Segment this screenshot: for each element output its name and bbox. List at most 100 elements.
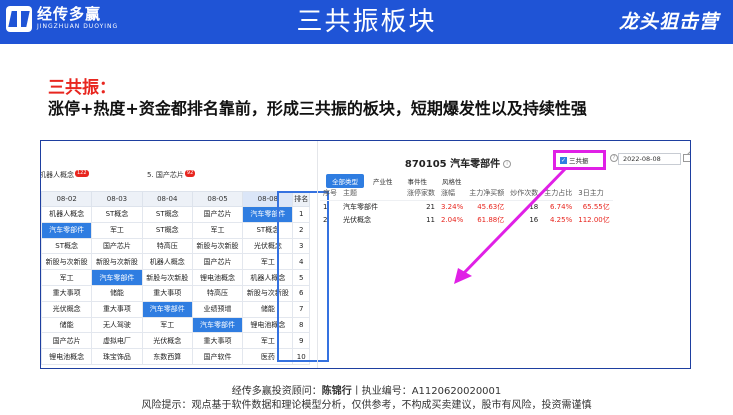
sector-detail-panel: 870105 汽车零部件 i ✓ 三共振 ? 2022-08-08 全部类型 产业…: [317, 141, 690, 368]
sector-cell[interactable]: ST概念: [242, 221, 294, 239]
resonance-filter-checkbox[interactable]: ✓ 三共振: [553, 150, 606, 170]
sector-cell[interactable]: 重大事项: [141, 284, 193, 302]
sector-cell[interactable]: 汽车零部件: [91, 269, 143, 286]
date-column-header[interactable]: 08-05: [191, 191, 244, 207]
rank-cell: 2: [292, 221, 310, 239]
rank-cell: 1: [292, 206, 310, 223]
sector-cell[interactable]: 锂电池概念: [242, 316, 294, 334]
change-percent: 2.04%: [441, 215, 464, 224]
sector-cell[interactable]: 新股与次新股: [91, 253, 143, 271]
popout-icon[interactable]: [683, 154, 690, 162]
rank-cell: 8: [292, 316, 310, 334]
sector-cell[interactable]: 国产芯片: [191, 206, 244, 223]
tab-all-types[interactable]: 全部类型: [326, 174, 364, 188]
topic-tag[interactable]: 机器人概念 122: [41, 170, 89, 180]
net-inflow: 61.88亿: [477, 215, 505, 224]
sector-cell[interactable]: 汽车零部件: [191, 316, 244, 334]
sector-cell[interactable]: 医药: [242, 348, 294, 365]
help-icon[interactable]: ?: [610, 154, 618, 162]
sector-cell[interactable]: 机器人概念: [242, 269, 294, 286]
sector-cell[interactable]: 国产芯片: [191, 253, 244, 271]
sector-cell[interactable]: 机器人概念: [141, 253, 193, 271]
sector-cell[interactable]: 军工: [141, 316, 193, 334]
sector-cell[interactable]: 东数西算: [141, 348, 193, 365]
sector-cell[interactable]: ST概念: [41, 237, 93, 255]
definition-text: 涨停+热度+资金都排名靠前，形成三共振的板块，短期爆发性以及持续性强: [48, 99, 587, 118]
sector-cell[interactable]: 光伏概念: [141, 332, 193, 350]
sector-cell[interactable]: 国产软件: [191, 348, 244, 365]
sector-cell[interactable]: 锂电池概念: [41, 348, 93, 365]
sector-cell[interactable]: 新股与次新股: [41, 253, 93, 271]
column-header[interactable]: 主力净买额: [466, 187, 508, 201]
tab-event[interactable]: 事件性: [402, 174, 434, 188]
info-icon[interactable]: i: [503, 160, 512, 168]
column-header[interactable]: 涨停家数: [404, 187, 438, 201]
theme-result-table: 序号 主题 涨停家数 涨幅 主力净买额 炒作次数 主力占比 3日主力 1 汽车零…: [320, 187, 613, 226]
sector-cell[interactable]: 重大事项: [191, 332, 244, 350]
ranking-panel: 机器人概念 122 5. 国产芯片 92 08-02 08-03 08-04 08-…: [41, 155, 329, 368]
column-header[interactable]: 主力占比: [541, 187, 576, 201]
footer-disclaimer: 经传多赢投资顾问：陈锦行丨执业编号：A1120620020001 风险提示：观点…: [0, 385, 733, 413]
column-header[interactable]: 3日主力: [575, 187, 613, 201]
sector-cell[interactable]: 军工: [242, 253, 294, 271]
column-header[interactable]: 序号: [320, 187, 340, 201]
sector-cell[interactable]: 机器人概念: [41, 206, 93, 223]
date-column-header[interactable]: 08-04: [141, 191, 193, 207]
sector-cell[interactable]: 储能: [41, 316, 93, 334]
sector-cell[interactable]: 汽车零部件: [41, 221, 93, 239]
sector-cell[interactable]: 特高压: [141, 237, 193, 255]
sector-cell[interactable]: 新股与次新股: [191, 237, 244, 255]
sector-cell[interactable]: 新股与次新股: [242, 284, 294, 302]
sector-cell[interactable]: 军工: [91, 221, 143, 239]
sector-cell[interactable]: 国产芯片: [91, 237, 143, 255]
sector-cell[interactable]: 珠宝饰品: [91, 348, 143, 365]
rank-cell: 7: [292, 300, 310, 318]
date-column-header[interactable]: 08-02: [41, 191, 93, 207]
sector-cell[interactable]: 光伏概念: [41, 300, 93, 318]
column-header[interactable]: 涨幅: [438, 187, 467, 201]
table-row: 军工 汽车零部件 新股与次新股 锂电池概念 机器人概念 5: [41, 269, 310, 286]
sector-cell[interactable]: 特高压: [191, 284, 244, 302]
column-header[interactable]: 炒作次数: [507, 187, 542, 201]
limit-up-count: 21: [426, 202, 435, 211]
sector-cell[interactable]: 汽车零部件: [141, 300, 193, 318]
hype-count: 16: [529, 215, 539, 224]
sector-cell[interactable]: 储能: [91, 284, 143, 302]
sector-cell[interactable]: 新股与次新股: [141, 269, 193, 286]
tab-style[interactable]: 风格性: [436, 174, 468, 188]
table-row[interactable]: 1 汽车零部件 21 3.24% 45.63亿 18 6.74% 65.55亿: [320, 200, 613, 213]
sector-cell[interactable]: 无人驾驶: [91, 316, 143, 334]
sector-cell[interactable]: 业绩预增: [191, 300, 244, 318]
sector-cell[interactable]: 光伏概念: [242, 237, 294, 255]
sector-cell[interactable]: 锂电池概念: [191, 269, 244, 286]
date-column-header[interactable]: 08-08: [242, 191, 294, 207]
sector-cell[interactable]: 储能: [242, 300, 294, 318]
rank-cell: 6: [292, 284, 310, 302]
topic-tag[interactable]: 5. 国产芯片 92: [147, 170, 196, 180]
sector-cell[interactable]: 重大事项: [91, 300, 143, 318]
table-row: 锂电池概念 珠宝饰品 东数西算 国产软件 医药 10: [41, 348, 310, 365]
sector-cell[interactable]: 重大事项: [41, 284, 93, 302]
sector-cell[interactable]: ST概念: [91, 206, 143, 223]
sector-cell[interactable]: 虚拟电厂: [91, 332, 143, 350]
table-row: 重大事项 储能 重大事项 特高压 新股与次新股 6: [41, 284, 310, 302]
column-header[interactable]: 主题: [340, 187, 404, 201]
sector-cell[interactable]: ST概念: [141, 206, 193, 223]
rank-cell: 9: [292, 332, 310, 350]
date-column-header[interactable]: 08-03: [91, 191, 143, 207]
net-inflow: 45.63亿: [477, 202, 505, 211]
sector-cell[interactable]: ST概念: [141, 221, 193, 239]
sector-cell[interactable]: 军工: [41, 269, 93, 286]
sector-cell[interactable]: 军工: [242, 332, 294, 350]
sector-cell[interactable]: 汽车零部件: [242, 206, 294, 223]
tab-industry[interactable]: 产业性: [367, 174, 399, 188]
date-picker-field[interactable]: 2022-08-08: [618, 153, 681, 165]
sector-cell[interactable]: 军工: [191, 221, 244, 239]
table-row[interactable]: 2 光伏概念 11 2.04% 61.88亿 16 4.25% 112.00亿: [320, 213, 613, 226]
sector-cell[interactable]: 国产芯片: [41, 332, 93, 350]
main-ratio: 6.74%: [550, 202, 573, 211]
top-banner: 经传多赢 JINGZHUAN DUOYING 三共振板块 龙头狙击营: [0, 0, 733, 44]
table-row: 国产芯片 虚拟电厂 光伏概念 重大事项 军工 9: [41, 332, 310, 350]
rank-cell: 10: [292, 348, 310, 365]
table-row: 新股与次新股 新股与次新股 机器人概念 国产芯片 军工 4: [41, 253, 310, 271]
